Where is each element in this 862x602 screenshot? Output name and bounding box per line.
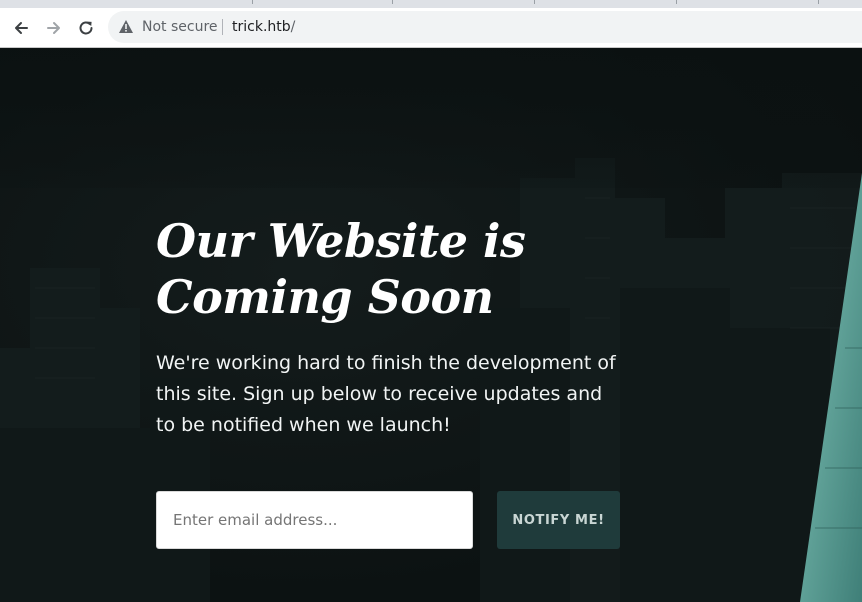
- address-bar[interactable]: Not secure trick.htb/: [108, 11, 862, 43]
- tab-divider: [392, 0, 393, 4]
- email-input[interactable]: [156, 491, 473, 549]
- tab-divider: [676, 0, 677, 4]
- url-text[interactable]: trick.htb/: [232, 11, 295, 43]
- url-host: trick.htb: [232, 19, 291, 35]
- hero-title-line-2: Coming Soon: [156, 270, 494, 324]
- warning-triangle-icon[interactable]: [118, 19, 134, 34]
- notify-me-button[interactable]: NOTIFY ME!: [497, 491, 620, 549]
- tab-divider: [818, 0, 819, 4]
- hero-title-line-1: Our Website is: [156, 214, 526, 268]
- browser-toolbar: Not secure trick.htb/: [0, 8, 862, 48]
- hero-title: Our Website is Coming Soon: [156, 213, 576, 325]
- tab-divider: [534, 0, 535, 4]
- hero-description: We're working hard to finish the develop…: [156, 352, 616, 436]
- tab-divider: [252, 0, 253, 4]
- reload-button[interactable]: [72, 14, 100, 42]
- arrow-right-icon: [47, 22, 60, 34]
- page-viewport: Our Website is Coming Soon We're working …: [0, 48, 862, 602]
- arrow-left-icon: [15, 22, 28, 34]
- hero-section: Our Website is Coming Soon We're working …: [156, 213, 676, 441]
- forward-button[interactable]: [40, 14, 68, 42]
- url-path: /: [290, 19, 296, 35]
- omnibox-divider: [222, 19, 223, 35]
- back-button[interactable]: [7, 14, 35, 42]
- reload-icon: [79, 21, 93, 35]
- signup-form: NOTIFY ME!: [156, 491, 626, 549]
- security-status-label[interactable]: Not secure: [142, 11, 218, 43]
